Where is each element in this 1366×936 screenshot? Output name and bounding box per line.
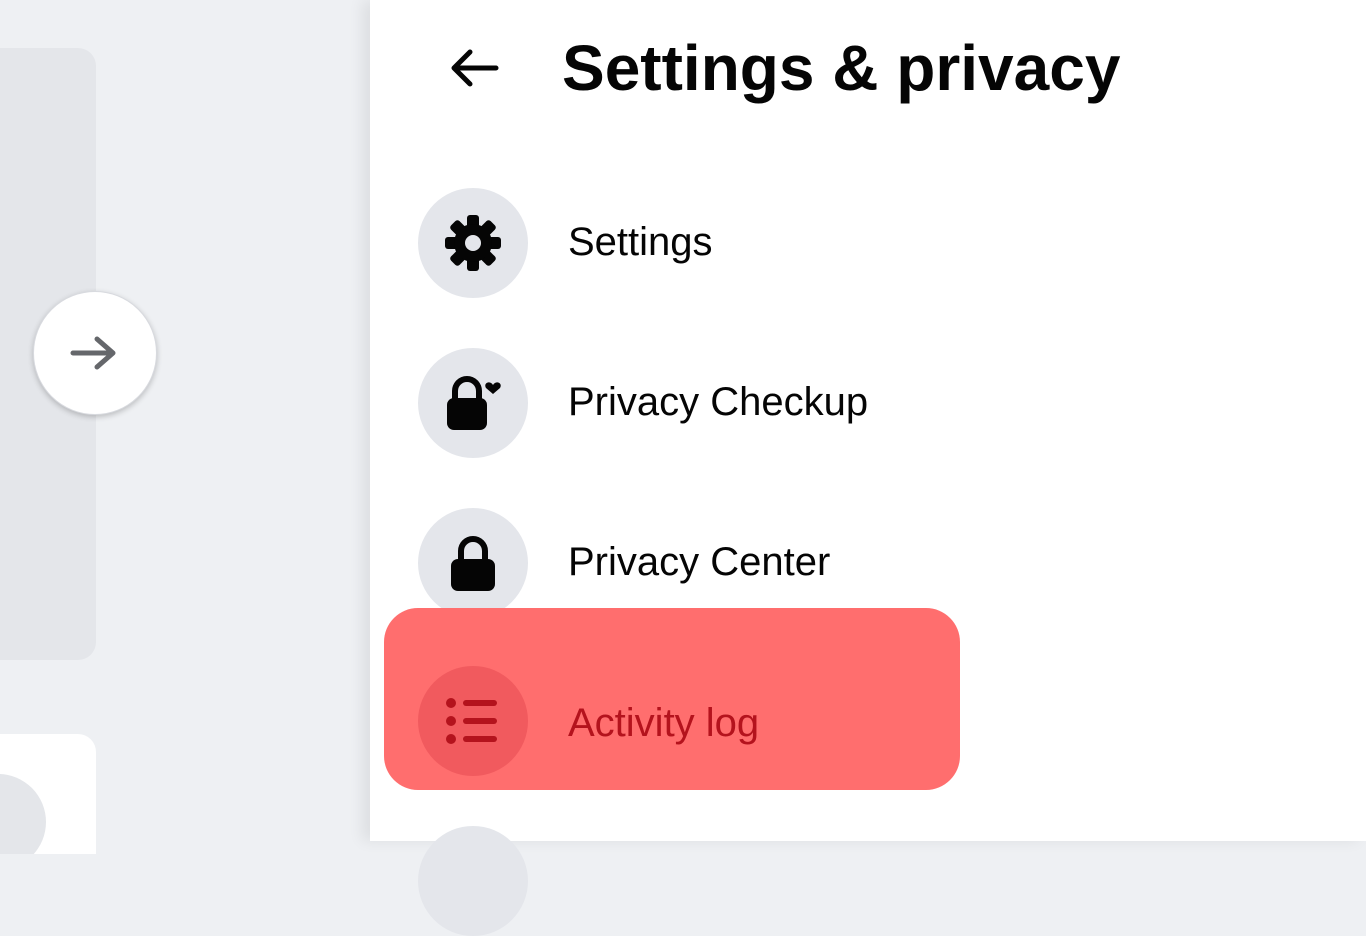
next-item-icon-circle: [418, 826, 528, 936]
arrow-left-icon: [451, 49, 499, 87]
gear-icon: [445, 215, 501, 271]
menu-item-settings[interactable]: Settings: [384, 162, 960, 322]
menu-item-label: Privacy Checkup: [568, 380, 869, 424]
icon-circle: [418, 666, 528, 776]
page-title: Settings & privacy: [562, 32, 1121, 104]
lock-heart-icon: [447, 376, 501, 430]
menu-item-privacy-checkup[interactable]: Privacy Checkup: [384, 322, 960, 482]
menu-item-label: Settings: [568, 220, 713, 264]
feed-card-bottom: [0, 734, 96, 854]
menu-item-activity-log[interactable]: Activity log: [384, 608, 960, 790]
avatar: [0, 774, 46, 854]
menu-item-label: Privacy Center: [568, 540, 831, 584]
arrow-right-icon: [70, 336, 116, 370]
next-button[interactable]: [33, 291, 157, 415]
icon-circle: [418, 348, 528, 458]
back-button[interactable]: [437, 28, 509, 108]
menu-item-label: Activity log: [568, 701, 760, 745]
icon-circle: [418, 188, 528, 298]
icon-circle: [418, 508, 528, 618]
list-icon: [446, 698, 497, 744]
lock-icon: [451, 536, 495, 591]
